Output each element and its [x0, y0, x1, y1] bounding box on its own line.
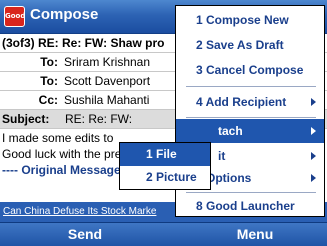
cc-recipient[interactable]: Sushila Mahanti — [64, 91, 149, 109]
menu-item-attach[interactable]: tach — [176, 119, 324, 143]
subject-label: Subject: — [2, 112, 50, 126]
menu-item-label: it — [218, 149, 226, 163]
submenu-item-picture[interactable]: 2 Picture — [120, 166, 210, 189]
cc-label: Cc: — [38, 93, 58, 107]
submenu-arrow-icon — [311, 127, 316, 135]
softkey-bar: Send Menu — [0, 222, 327, 246]
menu-item-label: tach — [218, 124, 243, 138]
send-softkey[interactable]: Send — [45, 223, 125, 246]
submenu-arrow-icon — [311, 98, 316, 106]
menu-item-save-as-draft[interactable]: 2 Save As Draft — [176, 33, 324, 57]
compose-screen: Good Compose (3of3) RE: Re: FW: Shaw pro… — [0, 0, 327, 246]
menu-item-good-launcher[interactable]: 8 Good Launcher — [176, 194, 324, 218]
submenu-arrow-icon — [311, 152, 316, 160]
submenu-item-file[interactable]: 1 File — [120, 143, 210, 166]
to-recipient-1[interactable]: Sriram Krishnan — [64, 53, 150, 71]
menu-softkey[interactable]: Menu — [215, 223, 295, 246]
menu-item-add-recipient[interactable]: 4 Add Recipient — [176, 90, 324, 114]
menu-item-compose-new[interactable]: 1 Compose New — [176, 8, 324, 32]
message-header: (3of3) RE: Re: FW: Shaw pro — [2, 36, 165, 50]
attach-submenu: 1 File 2 Picture — [119, 142, 211, 190]
menu-separator — [186, 86, 316, 87]
menu-separator — [186, 192, 316, 193]
window-title: Compose — [30, 6, 99, 23]
submenu-arrow-icon — [311, 174, 316, 182]
to-label: To: — [40, 74, 58, 88]
menu-item-label: 4 Add Recipient — [196, 95, 287, 109]
body-line-1[interactable]: I made some edits to — [2, 131, 113, 145]
subject-field[interactable]: RE: Re: FW: — [65, 110, 132, 128]
to-recipient-2[interactable]: Scott Davenport — [64, 72, 150, 90]
to-label: To: — [40, 55, 58, 69]
good-logo-icon: Good — [4, 6, 25, 27]
menu-item-cancel-compose[interactable]: 3 Cancel Compose — [176, 58, 324, 82]
menu-separator — [186, 117, 316, 118]
